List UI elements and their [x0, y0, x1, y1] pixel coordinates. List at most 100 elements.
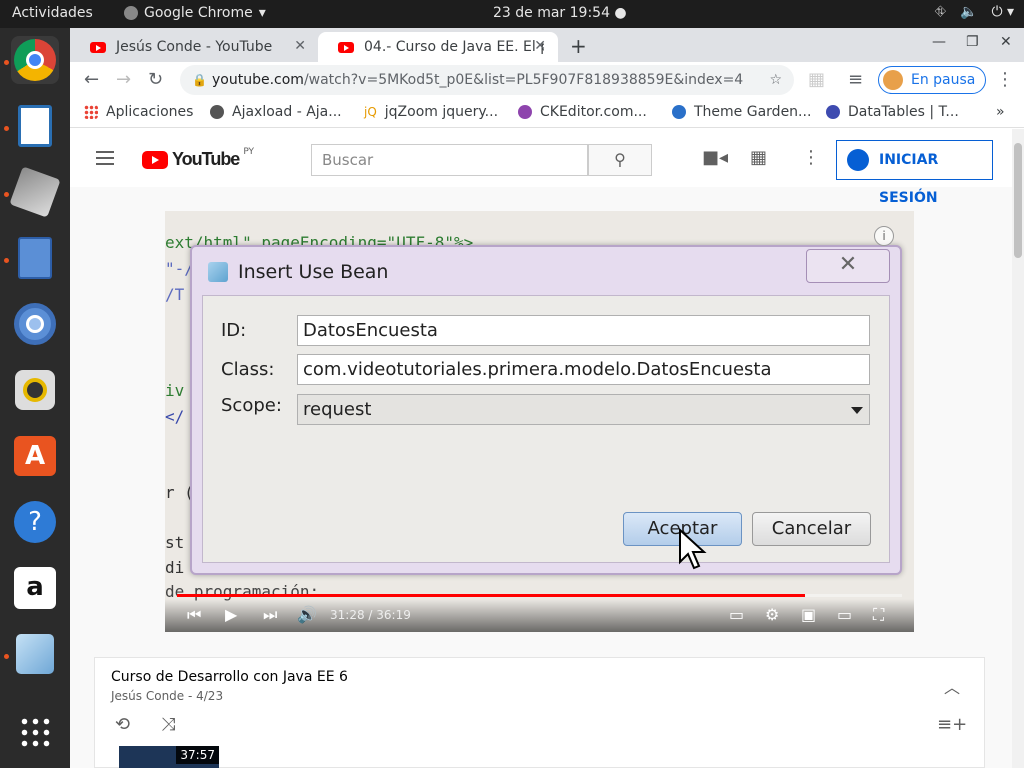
dock-software-center[interactable]: A [11, 432, 59, 480]
dock-paint[interactable] [9, 166, 61, 218]
theater-mode-icon[interactable]: ▭ [837, 605, 852, 624]
close-tab-icon[interactable]: ✕ [534, 38, 546, 54]
more-menu-icon[interactable]: ⋮ [996, 69, 1014, 90]
maximize-button[interactable]: ❐ [966, 34, 979, 50]
bookmarks-overflow-icon[interactable]: » [996, 104, 1005, 120]
next-icon[interactable]: ⏭ [263, 605, 277, 625]
apps-icon[interactable]: ▦ [750, 147, 767, 168]
bookmark-ajaxload[interactable]: Ajaxload - Aja... [210, 104, 342, 120]
reload-button[interactable]: ↻ [148, 69, 163, 90]
dock-document-viewer[interactable] [11, 102, 59, 150]
loop-icon[interactable]: ⟲ [115, 714, 130, 735]
dock-rhythmbox[interactable] [11, 366, 59, 414]
account-icon [847, 149, 869, 171]
system-tray[interactable]: ⛗ 🔈 ⏻ ▾ [935, 4, 1014, 20]
app-grid-icon [19, 716, 51, 748]
dock-help[interactable]: ? [11, 498, 59, 546]
bookmark-datatables[interactable]: DataTables | T... [826, 104, 959, 120]
bookmark-label: CKEditor.com... [540, 104, 647, 120]
scope-value: request [303, 399, 372, 420]
sign-in-label: INICIAR SESIÓN [879, 152, 939, 206]
captions-icon[interactable]: ▭ [729, 605, 744, 624]
minimize-button[interactable]: — [932, 34, 946, 50]
youtube-logo[interactable]: YouTube PY [142, 146, 255, 170]
tab-java-video[interactable]: 04.- Curso de Java EE. El p ✕ [318, 32, 558, 62]
dialog-title: Insert Use Bean [238, 261, 389, 283]
previous-icon[interactable]: ⏮ [187, 605, 201, 625]
miniplayer-icon[interactable]: ▣ [801, 605, 816, 624]
bookmark-star-icon[interactable]: ☆ [769, 65, 782, 95]
youtube-header: YouTube PY Buscar ⚲ ■◂ ▦ ⋮ INICIAR SESIÓ… [70, 129, 1012, 206]
video-player[interactable]: ext/html" pageEncoding="UTF-8"%> "-/ /T … [165, 211, 914, 632]
shuffle-icon[interactable]: ⤨ [161, 714, 175, 735]
progress-bar[interactable] [177, 594, 902, 597]
clock[interactable]: 23 de mar 19:54 ● [493, 5, 627, 21]
dropdown-arrow-icon [851, 407, 863, 414]
forward-button[interactable]: → [116, 69, 131, 90]
country-code: PY [243, 146, 255, 157]
id-label: ID: [221, 320, 247, 341]
add-to-playlist-icon[interactable]: ≡+ [937, 714, 967, 735]
running-indicator [4, 126, 9, 131]
profile-label: En pausa [911, 72, 976, 88]
settings-more-icon[interactable]: ⋮ [802, 147, 820, 168]
dock-amazon[interactable]: a [11, 564, 59, 612]
scope-label: Scope: [221, 395, 282, 416]
scope-select[interactable]: request [297, 394, 870, 425]
avatar [883, 70, 903, 90]
close-window-button[interactable]: ✕ [1000, 34, 1012, 50]
page-scrollbar[interactable] [1012, 129, 1024, 768]
dock-app-grid[interactable] [11, 708, 59, 756]
extension-icon[interactable]: ▦ [808, 69, 825, 90]
scrollbar-thumb[interactable] [1014, 143, 1022, 258]
youtube-favicon [338, 41, 354, 53]
network-icon: ⛗ [934, 4, 946, 20]
settings-icon[interactable]: ⚙ [765, 605, 779, 624]
cube-icon [16, 634, 54, 674]
play-icon[interactable]: ▶ [225, 605, 237, 624]
fullscreen-icon[interactable]: ⛶ [873, 605, 884, 625]
dock: A ? a [0, 28, 70, 768]
bookmark-ckeditor[interactable]: CKEditor.com... [518, 104, 647, 120]
code-fragment: /T [165, 285, 185, 304]
search-input[interactable]: Buscar [311, 144, 588, 176]
dialog-title-bar: Insert Use Bean [208, 261, 388, 283]
hamburger-menu-icon[interactable] [96, 151, 114, 165]
progress-fill [177, 594, 805, 597]
cube-icon [208, 262, 228, 282]
chevron-up-icon[interactable]: ︿ [944, 674, 960, 698]
create-video-icon[interactable]: ■◂ [702, 147, 728, 168]
search-button[interactable]: ⚲ [588, 144, 652, 176]
tab-youtube-channel[interactable]: Jesús Conde - YouTube ✕ [70, 32, 318, 62]
logo-text: YouTube [172, 149, 240, 169]
chromium-icon [14, 303, 56, 345]
code-fragment: iv [165, 381, 185, 400]
close-tab-icon[interactable]: ✕ [294, 38, 306, 54]
bookmark-label: Aplicaciones [106, 104, 194, 120]
dock-chromium[interactable] [11, 300, 59, 348]
playlist-title[interactable]: Curso de Desarrollo con Java EE 6 [111, 669, 348, 685]
id-field[interactable]: DatosEncuesta [297, 315, 870, 346]
sign-in-button[interactable]: INICIAR SESIÓN [836, 140, 993, 206]
app-menu[interactable]: Google Chrome ▾ [124, 5, 266, 21]
bookmark-theme-garden[interactable]: Theme Garden... [672, 104, 811, 120]
bookmark-apps[interactable]: Aplicaciones [84, 104, 193, 120]
class-field[interactable]: com.videotutoriales.primera.modelo.Datos… [297, 354, 870, 385]
bookmark-jqzoom[interactable]: jQ jqZoom jquery... [364, 104, 498, 120]
dock-file-manager[interactable] [11, 234, 59, 282]
video-thumbnail[interactable]: 37:57 [119, 746, 219, 768]
back-button[interactable]: ← [84, 69, 99, 90]
media-control-icon[interactable]: ≡ [848, 69, 863, 90]
volume-icon[interactable]: 🔊 [297, 605, 317, 624]
info-icon[interactable]: i [874, 226, 894, 246]
dialog-close-button[interactable]: ✕ [806, 249, 890, 283]
youtube-favicon [90, 41, 106, 53]
dock-chrome[interactable] [11, 36, 59, 84]
address-bar[interactable]: 🔒 youtube.com/watch?v=5MKod5t_p0E&list=P… [180, 65, 794, 95]
profile-button[interactable]: En pausa [878, 66, 987, 94]
activities-button[interactable]: Actividades [12, 5, 93, 21]
new-tab-button[interactable]: + [570, 34, 587, 58]
apps-grid-icon [84, 105, 98, 119]
cancel-button[interactable]: Cancelar [752, 512, 871, 546]
dock-virtualbox[interactable] [11, 630, 59, 678]
